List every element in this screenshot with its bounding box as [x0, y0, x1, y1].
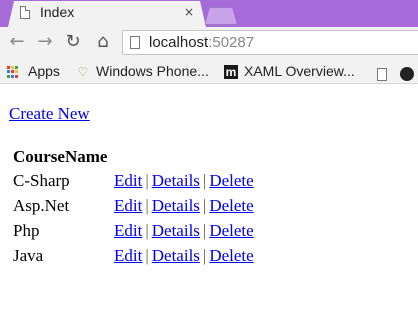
bookmark-extension[interactable]: [400, 64, 418, 82]
bookmarks-bar: Apps ♡ Windows Phone... m XAML Overview...: [0, 59, 418, 84]
details-link[interactable]: Details: [152, 221, 200, 240]
separator: |: [145, 171, 149, 190]
forward-arrow-icon[interactable]: →: [34, 31, 56, 53]
delete-link[interactable]: Delete: [209, 196, 253, 215]
page-icon: [130, 36, 140, 49]
edit-link[interactable]: Edit: [114, 246, 142, 265]
separator: |: [202, 196, 207, 215]
tab-page-icon: [20, 6, 30, 19]
extension-icon: [400, 67, 414, 82]
row-actions: Edit | Details | Delete: [114, 196, 254, 216]
separator: |: [145, 221, 149, 240]
course-name: Php: [13, 221, 40, 240]
edit-link[interactable]: Edit: [114, 171, 142, 190]
separator: |: [202, 246, 207, 265]
bookmark-label: XAML Overview...: [244, 63, 355, 79]
page-content: Create New CourseName C-Sharp Edit | Detai…: [0, 85, 418, 334]
row-actions: Edit | Details | Delete: [114, 221, 254, 241]
table-row: C-Sharp Edit | Details | Delete: [13, 171, 313, 193]
delete-link[interactable]: Delete: [209, 171, 253, 190]
separator: |: [145, 196, 149, 215]
course-name: Asp.Net: [13, 196, 70, 215]
details-link[interactable]: Details: [152, 246, 200, 265]
table-row: Asp.Net Edit | Details | Delete: [13, 196, 313, 218]
create-new-link[interactable]: Create New: [9, 104, 90, 124]
m-logo-icon: m: [224, 65, 238, 80]
delete-link[interactable]: Delete: [209, 221, 253, 240]
edit-link[interactable]: Edit: [114, 221, 142, 240]
bookmark-apps[interactable]: Apps: [7, 62, 60, 80]
separator: |: [202, 221, 207, 240]
table-row: Php Edit | Details | Delete: [13, 221, 313, 243]
edit-link[interactable]: Edit: [114, 196, 142, 215]
separator: |: [202, 171, 207, 190]
new-tab-button[interactable]: [205, 7, 237, 25]
url-port: :50287: [208, 34, 255, 51]
navigation-toolbar: ← → ↻ ⌂ localhost:50287: [0, 27, 418, 59]
url-host: localhost: [149, 34, 209, 51]
bookmark-label: Windows Phone...: [96, 63, 209, 79]
tab-close-icon[interactable]: ×: [184, 5, 194, 19]
course-name: Java: [13, 246, 44, 265]
address-bar[interactable]: localhost:50287: [122, 30, 418, 55]
apps-grid-icon: [7, 65, 20, 79]
home-icon[interactable]: ⌂: [92, 31, 114, 53]
windows-phone-icon: ♡: [77, 65, 89, 80]
column-header-coursename: CourseName: [13, 147, 108, 166]
delete-link[interactable]: Delete: [209, 246, 253, 265]
tab-index[interactable]: [8, 1, 206, 27]
tab-title[interactable]: Index: [40, 4, 74, 20]
row-actions: Edit | Details | Delete: [114, 246, 254, 266]
bookmark-label: Apps: [28, 63, 60, 79]
url-text[interactable]: localhost:50287: [149, 34, 254, 51]
bookmark-windows-phone[interactable]: ♡ Windows Phone...: [76, 62, 209, 80]
course-name: C-Sharp: [13, 171, 70, 190]
row-actions: Edit | Details | Delete: [114, 171, 254, 191]
bookmark-document[interactable]: [377, 64, 393, 82]
separator: |: [145, 246, 149, 265]
document-icon: [377, 67, 387, 81]
details-link[interactable]: Details: [152, 171, 200, 190]
details-link[interactable]: Details: [152, 196, 200, 215]
reload-icon[interactable]: ↻: [62, 31, 84, 53]
bookmark-xaml-overview[interactable]: m XAML Overview...: [224, 62, 355, 80]
tab-strip: Index ×: [0, 0, 418, 27]
back-arrow-icon[interactable]: ←: [6, 31, 28, 53]
table-row: Java Edit | Details | Delete: [13, 246, 313, 268]
